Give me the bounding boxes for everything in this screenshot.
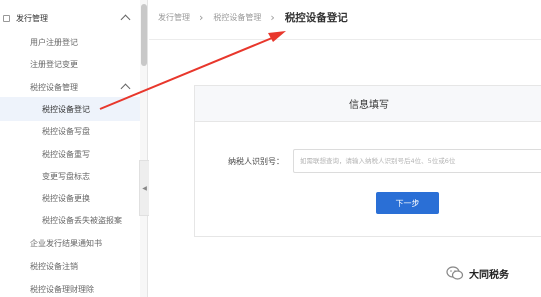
sidebar-item-device-registration[interactable]: 税控设备登记: [0, 97, 140, 121]
breadcrumb-item[interactable]: 税控设备管理: [213, 12, 261, 23]
sidebar-item-device-cancel[interactable]: 税控设备注销: [0, 254, 140, 278]
info-form-card: 信息填写 纳税人识别号： 下一步: [194, 85, 541, 237]
card-header: 信息填写: [195, 86, 541, 122]
sidebar-item-label: 注册登记变更: [30, 59, 78, 69]
sidebar-item-change-write-flag[interactable]: 变更写盘标志: [0, 164, 140, 188]
folder-icon: [3, 15, 10, 22]
sidebar-item-label: 税控设备丢失被盗报案: [42, 215, 122, 225]
chevron-right-icon: ›: [270, 11, 275, 24]
watermark: 大同税务: [446, 264, 509, 282]
sidebar-scrollbar[interactable]: [140, 0, 147, 297]
sidebar-item-label: 用户注册登记: [30, 37, 78, 47]
sidebar-item-device-lost-report[interactable]: 税控设备丢失被盗报案: [0, 208, 140, 232]
chevron-left-icon: ◀: [142, 184, 147, 192]
watermark-text: 大同税务: [469, 269, 509, 281]
chevron-up-icon[interactable]: [120, 14, 131, 25]
sidebar-item-label: 税控设备更换: [42, 193, 90, 203]
sidebar: 发行管理 用户注册登记 注册登记变更 税控设备管理 税控设备登记 税控设备写盘 …: [0, 0, 148, 297]
sidebar-item-label: 税控设备写盘: [42, 126, 90, 136]
sidebar-item-registration-change[interactable]: 注册登记变更: [0, 52, 140, 76]
taxpayer-id-input[interactable]: [293, 149, 541, 173]
sidebar-item-label: 税控设备重写: [42, 149, 90, 159]
taxpayer-id-label: 纳税人识别号：: [228, 157, 284, 166]
header-divider: [149, 39, 541, 40]
sidebar-item-device-replace[interactable]: 税控设备更换: [0, 186, 140, 210]
scrollbar-thumb[interactable]: [141, 4, 147, 66]
sidebar-item-issuance-notice[interactable]: 企业发行结果通知书: [0, 231, 140, 255]
sidebar-group-issuance[interactable]: 发行管理: [0, 6, 140, 30]
sidebar-item-device-other[interactable]: 税控设备理财理除: [0, 277, 140, 297]
sidebar-group-device-management[interactable]: 税控设备管理: [0, 75, 140, 99]
breadcrumb-item[interactable]: 发行管理: [158, 12, 190, 23]
wechat-logo-icon: [446, 266, 464, 280]
sidebar-item-label: 税控设备管理: [30, 82, 78, 92]
sidebar-item-label: 税控设备登记: [42, 104, 90, 114]
next-step-button[interactable]: 下一步: [376, 192, 439, 214]
sidebar-item-label: 税控设备理财理除: [30, 284, 94, 294]
sidebar-item-label: 企业发行结果通知书: [30, 238, 102, 248]
main-content: 发行管理 › 税控设备管理 › 税控设备登记 信息填写 纳税人识别号： 下一步: [149, 0, 541, 297]
chevron-up-icon[interactable]: [120, 83, 131, 94]
sidebar-item-label: 税控设备注销: [30, 261, 78, 271]
sidebar-item-device-rewrite[interactable]: 税控设备重写: [0, 142, 140, 166]
page-title: 税控设备登记: [284, 12, 348, 24]
sidebar-item-user-registration[interactable]: 用户注册登记: [0, 30, 140, 54]
card-title: 信息填写: [349, 100, 389, 111]
sidebar-group-label: 发行管理: [16, 13, 48, 23]
breadcrumb: 发行管理 › 税控设备管理 › 税控设备登记: [158, 10, 348, 25]
chevron-right-icon: ›: [199, 11, 204, 24]
sidebar-item-device-write[interactable]: 税控设备写盘: [0, 119, 140, 143]
sidebar-item-label: 变更写盘标志: [42, 171, 90, 181]
